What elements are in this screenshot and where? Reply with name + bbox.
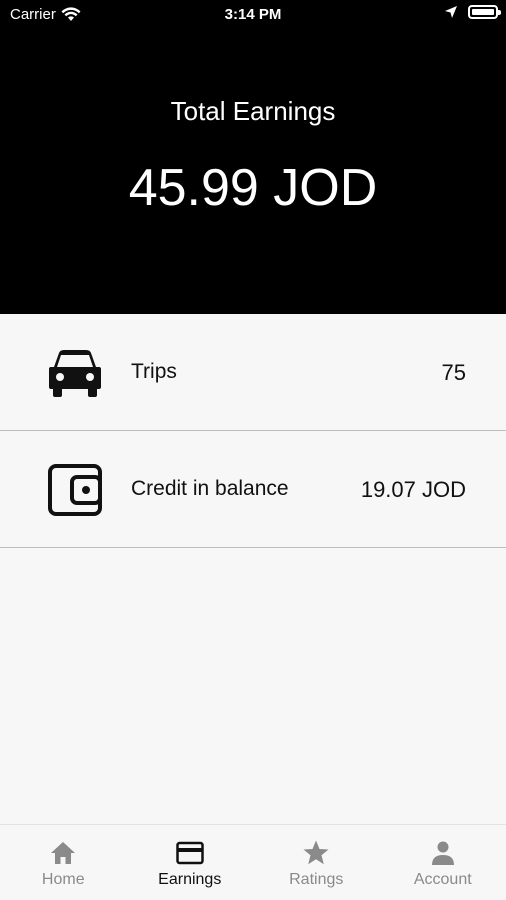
trips-row[interactable]: Trips 75	[0, 314, 506, 431]
wallet-icon	[48, 464, 102, 516]
status-time: 3:14 PM	[224, 6, 282, 23]
location-arrow-icon	[445, 6, 457, 18]
tab-home-label: Home	[41, 871, 85, 888]
earnings-header: Total Earnings 45.99 JOD	[0, 30, 506, 314]
home-icon	[51, 842, 76, 864]
star-icon	[303, 840, 329, 865]
car-icon	[49, 350, 101, 397]
total-earnings-amount: 45.99 JOD	[128, 159, 378, 217]
person-icon	[431, 841, 454, 865]
credit-balance-row[interactable]: Credit in balance 19.07 JOD	[0, 431, 506, 548]
tab-ratings-label: Ratings	[289, 871, 344, 888]
card-icon	[176, 841, 204, 865]
trips-label: Trips	[131, 360, 177, 383]
status-bar: Carrier 3:14 PM	[0, 0, 506, 30]
bottom-tab-bar: Home Earnings Ratings Account	[0, 824, 506, 900]
total-earnings-title: Total Earnings	[170, 96, 336, 126]
tab-account-label: Account	[413, 871, 472, 888]
status-right	[444, 5, 501, 19]
credit-label: Credit in balance	[131, 477, 289, 500]
battery-icon	[468, 5, 501, 19]
tab-ratings[interactable]: Ratings	[253, 825, 380, 900]
trips-value: 75	[441, 360, 466, 385]
tab-home[interactable]: Home	[0, 825, 127, 900]
tab-earnings-label: Earnings	[158, 871, 222, 888]
tab-earnings[interactable]: Earnings	[127, 825, 254, 900]
credit-value: 19.07 JOD	[360, 477, 466, 502]
tab-account[interactable]: Account	[380, 825, 506, 900]
